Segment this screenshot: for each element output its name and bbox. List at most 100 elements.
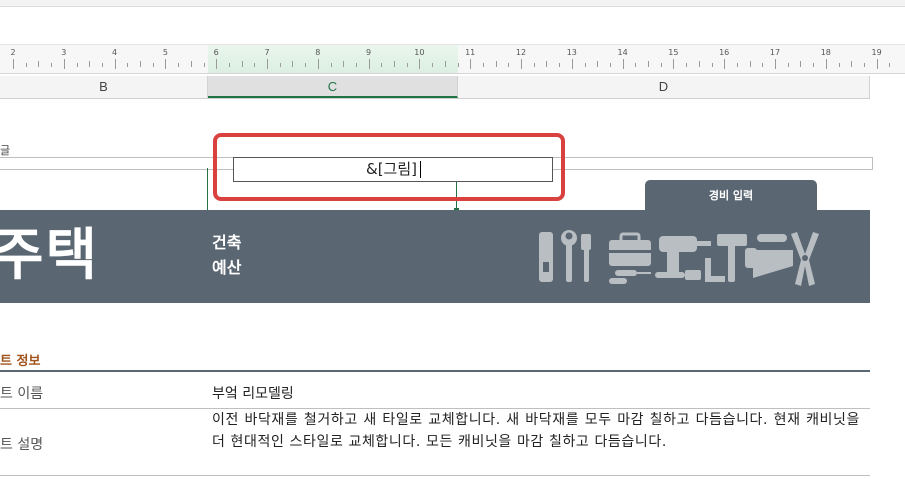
horizontal-ruler: 2 3 4 5 6 7 8 9 10 11 12 13 14 15 16 17 18 19 bbox=[0, 44, 905, 74]
ruler-tick bbox=[292, 61, 294, 67]
ruler-tick bbox=[330, 63, 332, 67]
ruler-tick bbox=[457, 63, 459, 67]
ruler-tick bbox=[559, 63, 561, 67]
ruler-tick bbox=[368, 59, 370, 69]
ruler-number: 5 bbox=[162, 48, 168, 57]
ruler-tick bbox=[813, 63, 815, 67]
ruler-tick bbox=[889, 63, 891, 67]
ruler-tick bbox=[419, 59, 421, 69]
ruler-tick bbox=[63, 59, 65, 69]
section-divider bbox=[0, 370, 870, 372]
ruler-tick bbox=[25, 63, 27, 67]
ruler-number: 13 bbox=[566, 48, 577, 57]
ruler-tick bbox=[724, 59, 726, 69]
ruler-number: 12 bbox=[515, 48, 527, 57]
ruler-number: 4 bbox=[112, 48, 118, 57]
ruler-number: 7 bbox=[264, 48, 270, 57]
ruler-number: 18 bbox=[820, 48, 831, 57]
ruler-tick bbox=[279, 63, 281, 67]
ruler-tick bbox=[571, 59, 573, 69]
ruler-tick bbox=[711, 63, 713, 67]
ruler-number: 14 bbox=[617, 48, 628, 57]
ruler-number: 9 bbox=[366, 48, 372, 57]
ruler-tick bbox=[775, 59, 776, 69]
project-name-label: 트 이름 bbox=[0, 386, 44, 402]
ruler-tick bbox=[241, 61, 243, 67]
title-banner: 주택 건축 예산 bbox=[0, 210, 870, 303]
ruler-number: 8 bbox=[315, 48, 321, 57]
window-top-bar bbox=[0, 0, 905, 7]
banner-subtitle: 건축 예산 bbox=[212, 230, 241, 280]
column-header-b[interactable]: B bbox=[0, 76, 208, 98]
column-header-c[interactable]: C bbox=[208, 76, 458, 98]
ruler-tick bbox=[609, 63, 611, 67]
ruler-tick bbox=[76, 63, 78, 67]
ruler-number: 2 bbox=[10, 48, 16, 57]
ruler-number: 16 bbox=[719, 48, 730, 57]
ruler-tick bbox=[140, 61, 141, 67]
ruler-tick bbox=[152, 63, 154, 67]
ruler-tick bbox=[51, 63, 53, 67]
annotation-highlight-box bbox=[213, 133, 565, 201]
ruler-number: 3 bbox=[61, 48, 67, 57]
ruler-tick bbox=[470, 59, 472, 69]
row-divider bbox=[0, 475, 870, 476]
ruler-tick bbox=[800, 61, 802, 67]
ruler-tick bbox=[343, 61, 345, 67]
ruler-number: 17 bbox=[769, 48, 781, 57]
ruler-tick bbox=[546, 61, 548, 67]
ruler-number: 11 bbox=[465, 48, 476, 57]
ruler-tick bbox=[508, 63, 510, 67]
ruler-tick bbox=[127, 63, 129, 67]
ruler-tick bbox=[267, 59, 268, 69]
ruler-tick bbox=[863, 63, 865, 67]
ruler-tick bbox=[825, 59, 827, 69]
ruler-tick bbox=[406, 63, 408, 67]
ruler-tick bbox=[178, 63, 180, 67]
ruler-tick bbox=[851, 61, 853, 67]
ruler-tick bbox=[89, 61, 91, 67]
ruler-tick bbox=[203, 63, 205, 67]
project-description-value[interactable]: 이전 바닥재를 철거하고 새 타일로 교체합니다. 새 바닥재를 모두 마감 칠… bbox=[212, 409, 860, 453]
banner-subtitle-line2: 예산 bbox=[212, 258, 242, 277]
project-description-label: 트 설명 bbox=[0, 437, 44, 453]
ruler-number: 19 bbox=[871, 48, 882, 57]
ruler-number: 15 bbox=[668, 48, 679, 57]
ruler-tick bbox=[736, 63, 738, 67]
ruler-tick bbox=[394, 61, 395, 67]
banner-title: 주택 bbox=[0, 223, 100, 288]
ruler-tick bbox=[876, 59, 878, 69]
ruler-number: 10 bbox=[414, 48, 425, 57]
ruler-tick bbox=[190, 61, 192, 67]
ruler-tick bbox=[228, 63, 230, 67]
ruler-tick bbox=[698, 61, 700, 67]
ruler-tick bbox=[432, 63, 434, 67]
ruler-tick bbox=[355, 63, 357, 67]
ruler-tick bbox=[13, 59, 14, 69]
ruler-tick bbox=[482, 63, 484, 67]
project-name-value[interactable]: 부엌 리모델링 bbox=[212, 383, 294, 403]
ruler-tick bbox=[495, 61, 497, 67]
ruler-tick bbox=[216, 59, 218, 69]
ruler-tick bbox=[381, 63, 383, 67]
ruler-tick bbox=[584, 63, 586, 67]
ruler-tick bbox=[305, 63, 307, 67]
ruler-tick bbox=[165, 59, 167, 69]
ruler-tick bbox=[533, 63, 535, 67]
ruler-tick bbox=[101, 63, 103, 67]
ruler-tick bbox=[635, 63, 637, 67]
ruler-tick bbox=[622, 59, 624, 69]
column-header-d[interactable]: D bbox=[458, 76, 870, 98]
banner-subtitle-line1: 건축 bbox=[212, 233, 242, 252]
ruler-tick bbox=[254, 63, 256, 67]
ruler-tick bbox=[444, 61, 446, 67]
expense-entry-tab[interactable]: 경비 입력 bbox=[645, 180, 817, 211]
ruler-tick bbox=[762, 63, 764, 67]
ruler-tick bbox=[114, 59, 116, 69]
toolbar-area bbox=[0, 7, 905, 43]
tools-illustration-icon bbox=[539, 230, 819, 286]
ruler-tick bbox=[787, 63, 789, 67]
ruler-tick bbox=[838, 63, 840, 67]
ruler-tick bbox=[317, 59, 319, 69]
ruler-tick bbox=[673, 59, 675, 69]
